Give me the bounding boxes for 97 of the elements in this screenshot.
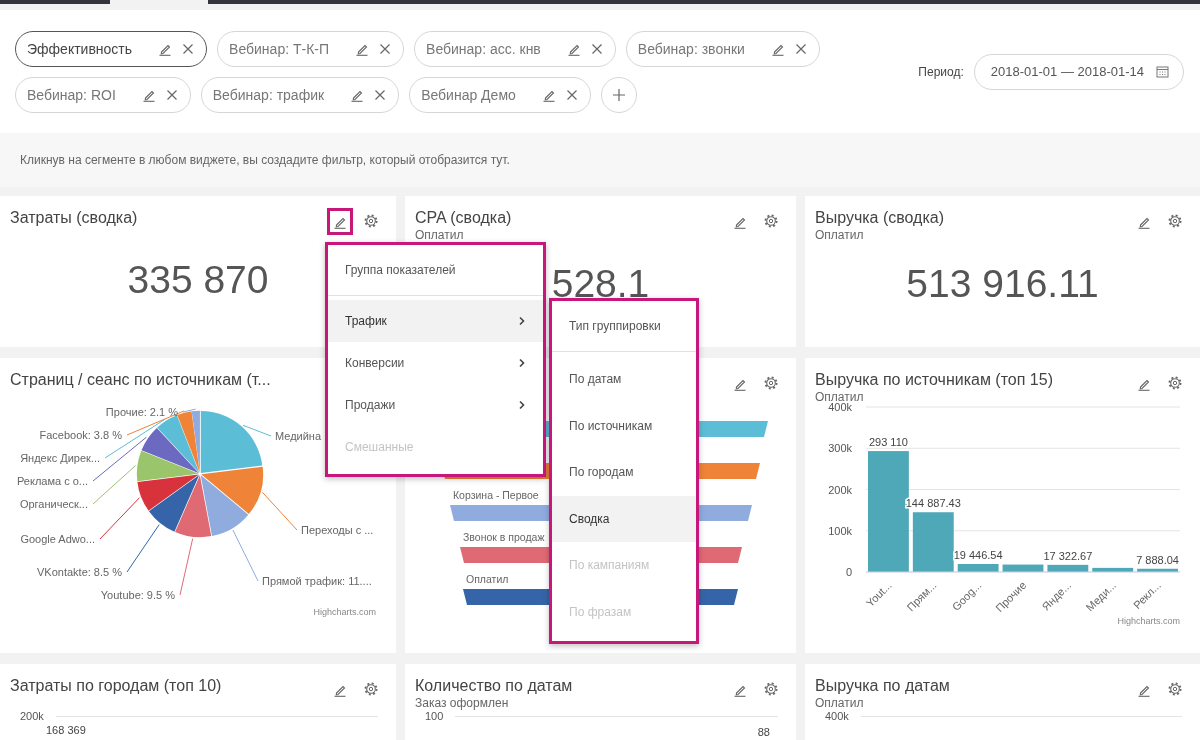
pie-slice[interactable] <box>141 427 199 474</box>
pie-slice[interactable] <box>148 474 200 532</box>
close-icon[interactable] <box>374 88 387 101</box>
settings-icon[interactable] <box>764 214 778 228</box>
leader-line <box>242 424 272 437</box>
pie-slice[interactable] <box>137 474 199 511</box>
widget-subtitle: Оплатил <box>815 696 865 710</box>
menu-header: Группа показателей <box>345 263 456 277</box>
leader-line <box>92 465 137 505</box>
leader-line <box>126 524 160 573</box>
pie-label: Прочие: 2.1 % <box>105 406 178 418</box>
settings-icon[interactable] <box>1168 376 1182 390</box>
pie-slice[interactable] <box>200 411 263 474</box>
bar[interactable] <box>1137 568 1178 572</box>
kpi-value: 335 870 <box>127 258 269 302</box>
leader-line <box>99 497 140 540</box>
menu-item[interactable]: Продажи <box>328 384 543 426</box>
pie-slice[interactable] <box>157 415 200 473</box>
funnel-label: Оплатил <box>466 573 509 585</box>
credits-text: Highcharts.com <box>1117 616 1180 626</box>
data-label: 88 <box>757 726 770 738</box>
pie-label: Google Adwo... <box>20 533 95 545</box>
settings-icon[interactable] <box>364 214 378 228</box>
widget-title: Количество по датам <box>415 676 573 696</box>
widget-title: CPA (сводка) <box>415 208 512 228</box>
settings-icon[interactable] <box>1168 682 1182 696</box>
menu-item[interactable]: Трафик <box>328 300 543 342</box>
pie-label: Youtube: 9.5 % <box>100 589 175 601</box>
leader-line <box>179 538 194 596</box>
data-label: 168 369 <box>46 724 86 736</box>
hint-text: Кликнув на сегменте в любом виджете, вы создадите фильтр, который отобразится тут. <box>20 153 510 167</box>
widget-title: Выручка по источникам (топ 15) <box>815 370 1053 390</box>
pie-label: Переходы с ... <box>301 524 374 536</box>
bar[interactable] <box>1092 567 1134 572</box>
pie-slice[interactable] <box>175 475 212 538</box>
widget-title: Затраты по городам (топ 10) <box>10 676 222 696</box>
pie-slice[interactable] <box>201 466 264 514</box>
widget-subtitle: Оплатил <box>815 390 865 404</box>
kpi-value: 513 916.11 <box>906 262 1099 306</box>
close-icon[interactable] <box>379 42 392 55</box>
close-icon[interactable] <box>565 88 578 101</box>
pie-slice[interactable] <box>136 450 199 482</box>
menu-item[interactable]: По датам <box>552 356 696 403</box>
period-label: Период: <box>918 64 964 79</box>
pie-slice[interactable] <box>200 475 249 536</box>
plus-icon <box>611 87 626 102</box>
pie-label: Органическ... <box>19 498 88 510</box>
widget-subtitle: Заказ оформлен <box>415 696 510 710</box>
funnel-label: Корзина - Первое <box>453 489 539 501</box>
menu-item[interactable]: Конверсии <box>328 342 543 384</box>
close-icon[interactable] <box>590 42 603 55</box>
settings-icon[interactable] <box>364 682 378 696</box>
widget-subtitle: Оплатил <box>815 228 865 242</box>
widget-title: Выручка (сводка) <box>815 208 945 228</box>
kpi-value: 528.1 <box>551 262 650 306</box>
edit-button[interactable] <box>327 208 353 235</box>
close-icon[interactable] <box>165 88 178 101</box>
data-label: 17 322.67 <box>1043 549 1093 562</box>
widget-title: Затраты (сводка) <box>10 208 138 228</box>
pie-label: Facebook: 3.8 % <box>39 429 122 441</box>
widget-title: Страниц / сеанс по источникам (т... <box>10 370 271 390</box>
calendar-icon <box>1156 65 1169 78</box>
menu-header: Тип группировки <box>569 319 661 333</box>
data-label: 293 110 <box>868 436 908 449</box>
axis-label: 400k <box>828 401 852 413</box>
widget-title: Выручка по датам <box>815 676 950 696</box>
close-icon[interactable] <box>182 42 195 55</box>
pie-label: Медийна <box>275 430 322 442</box>
funnel-label: Звонок в продаж <box>463 531 545 543</box>
menu-item[interactable]: По городам <box>552 449 696 496</box>
pie-label: Прямой трафик: 11.... <box>262 575 372 587</box>
axis-label: 300k <box>828 442 852 455</box>
axis-label: 0 <box>845 566 852 578</box>
data-label: 19 446.54 <box>953 549 1003 561</box>
axis-label: 100k <box>828 524 852 537</box>
pie-slice[interactable] <box>191 410 200 473</box>
bar[interactable] <box>912 512 954 572</box>
pie-label: VKontakte: 8.5 % <box>37 566 122 578</box>
pie-slice[interactable] <box>177 411 200 473</box>
axis-label: 100 <box>425 710 444 722</box>
widget-subtitle: Оплатил <box>415 228 465 242</box>
settings-icon[interactable] <box>1168 214 1182 228</box>
pie-label: Реклама с о... <box>16 475 88 487</box>
leader-line <box>232 529 259 582</box>
leader-line <box>261 491 298 531</box>
data-label: 7 888.04 <box>1136 553 1179 566</box>
settings-icon[interactable] <box>764 682 778 696</box>
menu-item[interactable]: Сводка <box>552 495 696 542</box>
axis-label: 200k <box>828 483 852 496</box>
menu-item[interactable]: По источникам <box>552 402 696 449</box>
settings-icon[interactable] <box>764 376 778 390</box>
close-icon[interactable] <box>794 42 807 55</box>
bar[interactable] <box>1047 564 1089 572</box>
axis-label: 400k <box>825 710 849 722</box>
credits-text: Highcharts.com <box>313 607 376 617</box>
pie-label: Яндекс Дирек... <box>20 452 100 464</box>
axis-label: 200k <box>20 710 44 722</box>
